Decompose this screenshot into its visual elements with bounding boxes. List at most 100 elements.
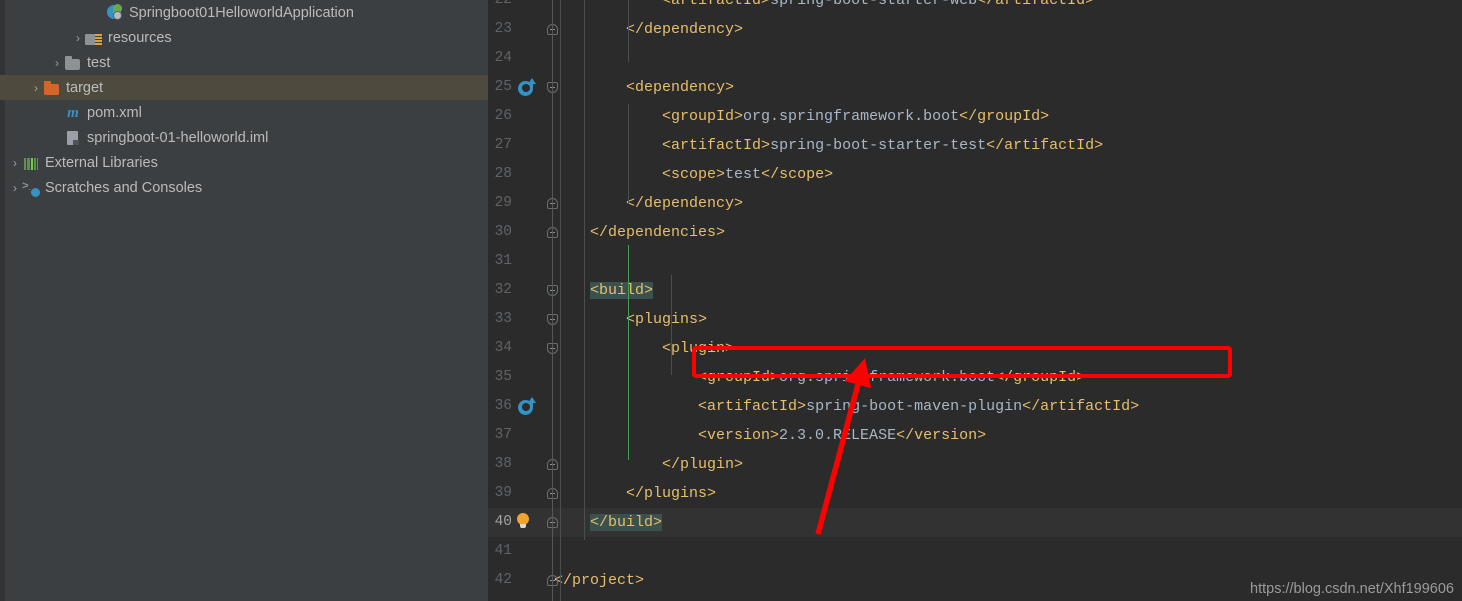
editor-gutter[interactable]: 38 xyxy=(488,450,558,479)
chevron-right-icon[interactable]: › xyxy=(50,57,64,69)
editor-gutter[interactable]: 36 xyxy=(488,392,554,421)
tree-item-target[interactable]: › target xyxy=(0,75,488,100)
code-line[interactable]: 28 <scope>test</scope> xyxy=(488,160,1462,189)
code-line[interactable]: 23 </dependency> xyxy=(488,15,1462,44)
code-line[interactable]: 33 <plugins> xyxy=(488,305,1462,334)
code-token: org.springframework.boot xyxy=(743,108,960,125)
editor-gutter[interactable]: 29 xyxy=(488,189,558,218)
code-text: </project> xyxy=(554,572,644,589)
code-line[interactable]: 27 <artifactId>spring-boot-starter-test<… xyxy=(488,131,1462,160)
editor-gutter[interactable]: 39 xyxy=(488,479,558,508)
block-indent-guide-active xyxy=(628,245,629,460)
editor-gutter[interactable]: 43 xyxy=(488,595,554,601)
chevron-right-icon[interactable]: › xyxy=(8,157,22,169)
code-line[interactable]: 24 xyxy=(488,44,1462,73)
chevron-right-icon[interactable]: › xyxy=(29,82,43,94)
editor-gutter[interactable]: 23 xyxy=(488,15,558,44)
code-line[interactable]: 35 <groupId>org.springframework.boot</gr… xyxy=(488,363,1462,392)
code-line[interactable]: 32 <build> xyxy=(488,276,1462,305)
editor-gutter[interactable]: 26 xyxy=(488,102,554,131)
code-text: <artifactId>spring-boot-starter-test</ar… xyxy=(554,137,1103,154)
editor-gutter[interactable]: 27 xyxy=(488,131,554,160)
code-text: <artifactId>spring-boot-maven-plugin</ar… xyxy=(554,398,1139,415)
code-token: </version> xyxy=(896,427,987,444)
code-line[interactable]: 39 </plugins> xyxy=(488,479,1462,508)
code-token: </plugin> xyxy=(662,456,744,473)
tree-item-resources[interactable]: › resources xyxy=(0,25,488,50)
line-number: 27 xyxy=(494,137,512,153)
code-token: </artifactId> xyxy=(1022,398,1140,415)
code-line[interactable]: 38 </plugin> xyxy=(488,450,1462,479)
code-line[interactable]: 41 xyxy=(488,537,1462,566)
editor-gutter[interactable]: 42 xyxy=(488,566,558,595)
line-number: 38 xyxy=(494,456,512,472)
editor-gutter[interactable]: 24 xyxy=(488,44,554,73)
code-token: </dependencies> xyxy=(590,224,726,241)
spring-boot-gutter-icon[interactable] xyxy=(518,397,536,415)
editor-gutter[interactable]: 34 xyxy=(488,334,558,363)
code-line[interactable]: 34 <plugin> xyxy=(488,334,1462,363)
code-line[interactable]: 25 <dependency> xyxy=(488,73,1462,102)
code-lines[interactable]: 22 <artifactId> spring-boot-starter-web </… xyxy=(488,0,1462,601)
editor-gutter[interactable]: 25 xyxy=(488,73,558,102)
indent-guide xyxy=(584,0,585,540)
tree-item-scratches-and-consoles[interactable]: › Scratches and Consoles xyxy=(0,175,488,200)
scratches-icon xyxy=(22,180,41,198)
ide-window: Springboot01HelloworldApplication › resour… xyxy=(0,0,1462,601)
code-token: spring-boot-maven-plugin xyxy=(806,398,1023,415)
code-token: <groupId> xyxy=(698,369,780,386)
spring-boot-gutter-icon[interactable] xyxy=(518,78,536,96)
target-folder-icon xyxy=(43,80,61,96)
intention-bulb-icon[interactable] xyxy=(515,513,532,530)
code-text: <plugin> xyxy=(554,340,734,357)
line-number: 28 xyxy=(494,166,512,182)
line-number: 40 xyxy=(494,514,512,530)
code-token: spring-boot-starter-web xyxy=(770,0,978,9)
code-token: <artifactId> xyxy=(698,398,807,415)
code-token: org.springframework.boot xyxy=(779,369,996,386)
editor-gutter[interactable]: 22 xyxy=(488,0,554,15)
code-line[interactable]: 22 <artifactId>spring-boot-starter-web</… xyxy=(488,0,1462,15)
tree-item-external-libraries[interactable]: › External Libraries xyxy=(0,150,488,175)
tree-item-test[interactable]: › test xyxy=(0,50,488,75)
code-line[interactable]: 36 <artifactId>spring-boot-maven-plugin<… xyxy=(488,392,1462,421)
editor-gutter[interactable]: 37 xyxy=(488,421,554,450)
code-line[interactable]: 37 <version>2.3.0.RELEASE</version> xyxy=(488,421,1462,450)
tree-item-pom-xml[interactable]: m pom.xml xyxy=(0,100,488,125)
editor-gutter[interactable]: 28 xyxy=(488,160,554,189)
code-line[interactable]: 29 </dependency> xyxy=(488,189,1462,218)
editor-gutter[interactable]: 40 xyxy=(488,508,558,537)
tree-item-springboot01helloworldapplication[interactable]: Springboot01HelloworldApplication xyxy=(0,0,488,25)
maven-pom-icon: m xyxy=(67,104,79,121)
code-text: </dependency> xyxy=(554,195,743,212)
code-line[interactable]: 26 <groupId>org.springframework.boot</gr… xyxy=(488,102,1462,131)
code-line[interactable]: 40 </build> xyxy=(488,508,1462,537)
code-editor[interactable]: 22 <artifactId> spring-boot-starter-web </… xyxy=(488,0,1462,601)
editor-gutter[interactable]: 35 xyxy=(488,363,554,392)
chevron-right-icon[interactable]: › xyxy=(71,32,85,44)
editor-gutter[interactable]: 31 xyxy=(488,247,554,276)
watermark-url: https://blog.csdn.net/Xhf199606 xyxy=(1250,581,1454,597)
line-number: 29 xyxy=(494,195,512,211)
tree-item-springboot-01-helloworld-iml[interactable]: springboot-01-helloworld.iml xyxy=(0,125,488,150)
project-tree-panel[interactable]: Springboot01HelloworldApplication › resour… xyxy=(0,0,488,601)
line-number: 43 xyxy=(495,595,512,601)
chevron-right-icon[interactable]: › xyxy=(8,182,22,194)
project-tree[interactable]: Springboot01HelloworldApplication › resour… xyxy=(0,0,488,200)
line-number: 26 xyxy=(494,108,512,124)
code-token: </groupId> xyxy=(959,108,1050,125)
editor-gutter[interactable]: 33 xyxy=(488,305,558,334)
code-line[interactable]: 31 xyxy=(488,247,1462,276)
editor-gutter[interactable]: 30 xyxy=(488,218,558,247)
editor-gutter[interactable]: 41 xyxy=(488,537,554,566)
code-token: 2.3.0.RELEASE xyxy=(779,427,897,444)
code-line[interactable]: 30 </dependencies> xyxy=(488,218,1462,247)
editor-gutter[interactable]: 32 xyxy=(488,276,558,305)
